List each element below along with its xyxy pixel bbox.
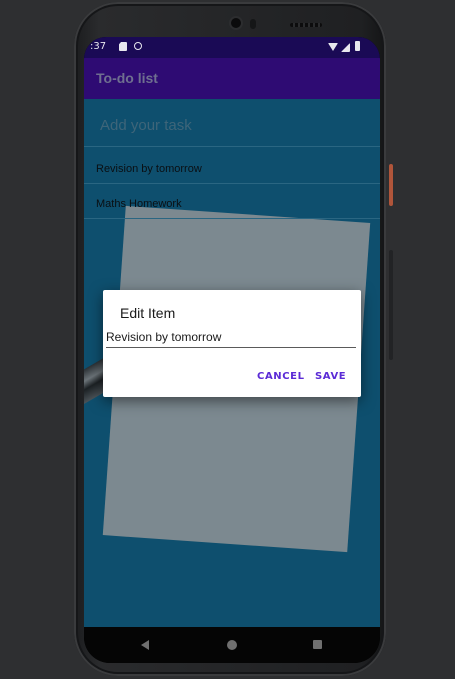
- list-item[interactable]: Maths Homework: [96, 198, 182, 210]
- signal-icon: [341, 43, 350, 52]
- sensor-icon: [250, 19, 256, 29]
- list-item[interactable]: Revision by tomorrow: [96, 163, 202, 175]
- volume-rocker[interactable]: [389, 250, 393, 360]
- status-time: :37: [90, 41, 107, 52]
- save-button[interactable]: SAVE: [315, 371, 346, 382]
- front-camera-icon: [231, 18, 241, 28]
- sync-icon: [134, 42, 142, 50]
- wifi-icon: [328, 43, 338, 51]
- edit-item-field[interactable]: Revision by tomorrow: [106, 330, 356, 348]
- battery-icon: [355, 41, 360, 51]
- app-title: To-do list: [96, 70, 158, 86]
- dialog-title: Edit Item: [120, 305, 176, 321]
- sim-card-icon: [119, 42, 127, 51]
- add-task-input[interactable]: Add your task: [100, 117, 370, 141]
- recents-icon[interactable]: [313, 640, 322, 649]
- cancel-button[interactable]: CANCEL: [257, 371, 305, 382]
- divider: [84, 183, 380, 184]
- status-bar: :37: [84, 37, 380, 58]
- navigation-bar: [84, 627, 380, 663]
- edit-item-dialog: Edit Item Revision by tomorrow CANCEL SA…: [103, 290, 361, 397]
- divider: [84, 146, 380, 147]
- home-icon[interactable]: [227, 640, 237, 650]
- divider: [84, 218, 380, 219]
- app-bar: To-do list: [84, 58, 380, 99]
- back-icon[interactable]: [141, 640, 149, 650]
- power-button[interactable]: [389, 164, 393, 206]
- earpiece-speaker: [290, 23, 322, 27]
